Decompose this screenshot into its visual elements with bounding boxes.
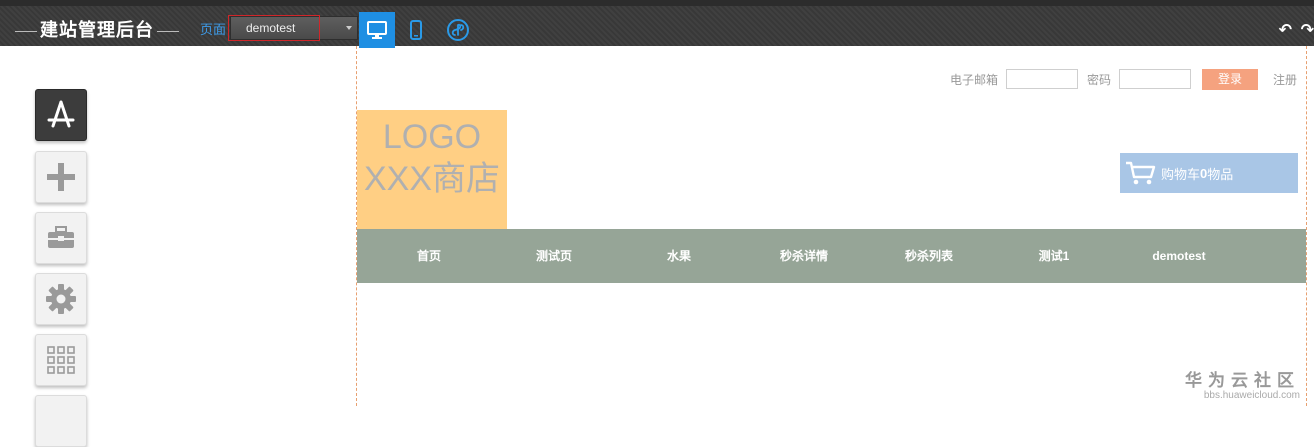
watermark: 华为云社区 bbs.huaweicloud.com [1185, 366, 1300, 401]
email-label: 电子邮箱 [949, 72, 998, 87]
cart-count: 0 [1200, 165, 1208, 181]
shopping-cart-icon [1126, 161, 1156, 185]
site-nav: 首页 测试页 水果 秒杀详情 秒杀列表 测试1 demotest [357, 229, 1306, 283]
settings-tool[interactable] [35, 273, 87, 325]
desktop-icon [367, 21, 387, 39]
mini-program-view-button[interactable] [440, 12, 476, 48]
selection-highlight [228, 15, 320, 41]
nav-item[interactable]: 秒杀详情 [780, 229, 828, 283]
toolbox-icon [48, 226, 74, 248]
login-button[interactable]: 登录 [1201, 68, 1258, 90]
nav-item[interactable]: 测试页 [536, 229, 572, 283]
logo-line-1: LOGO [382, 118, 482, 156]
redo-icon[interactable]: ↷ [1301, 20, 1314, 40]
more-tool[interactable] [35, 395, 87, 447]
add-component-tool[interactable] [35, 151, 87, 203]
gear-icon [46, 284, 76, 314]
chevron-down-icon [346, 26, 352, 30]
plus-icon [47, 163, 75, 191]
login-bar: 电子邮箱 密码 登录 注册 [950, 68, 1297, 90]
toolbox-tool[interactable] [35, 212, 87, 264]
mobile-icon [410, 20, 422, 40]
watermark-title: 华为云社区 [1185, 371, 1300, 390]
app-store-tool[interactable] [35, 89, 87, 141]
register-link[interactable]: 注册 [1273, 71, 1297, 88]
watermark-url: bbs.huaweicloud.com [1203, 390, 1300, 401]
mini-program-icon [447, 19, 469, 41]
page-label: 页面 [200, 22, 227, 37]
grid-icon [47, 346, 75, 374]
mobile-view-button[interactable] [398, 12, 434, 48]
top-toolbar: 建站管理后台 页面 demotest ↶ ↷ [0, 0, 1314, 48]
nav-item[interactable]: demotest [1152, 229, 1205, 283]
nav-item[interactable]: 水果 [667, 229, 691, 283]
app-store-icon [47, 100, 75, 128]
email-field[interactable] [1005, 69, 1078, 89]
password-label: 密码 [1086, 72, 1111, 87]
apps-tool[interactable] [35, 334, 87, 386]
cart-prefix: 购物车 [1161, 166, 1201, 182]
nav-item[interactable]: 首页 [417, 229, 441, 283]
site-logo[interactable]: LOGO XXX商店 [357, 110, 507, 229]
logo-line-2: XXX商店 [363, 160, 501, 198]
canvas-guide-right [1306, 46, 1307, 406]
cart-button[interactable]: 购物车 0 物品 [1120, 153, 1298, 193]
nav-item[interactable]: 测试1 [1039, 229, 1070, 283]
password-field[interactable] [1118, 69, 1191, 89]
brand-text: 建站管理后台 [40, 20, 154, 40]
page-select[interactable]: demotest [228, 15, 358, 41]
undo-icon[interactable]: ↶ [1279, 20, 1292, 40]
nav-item[interactable]: 秒杀列表 [905, 229, 953, 283]
brand-title: 建站管理后台 [12, 16, 182, 42]
desktop-view-button[interactable] [359, 12, 395, 48]
cart-suffix: 物品 [1207, 166, 1234, 182]
